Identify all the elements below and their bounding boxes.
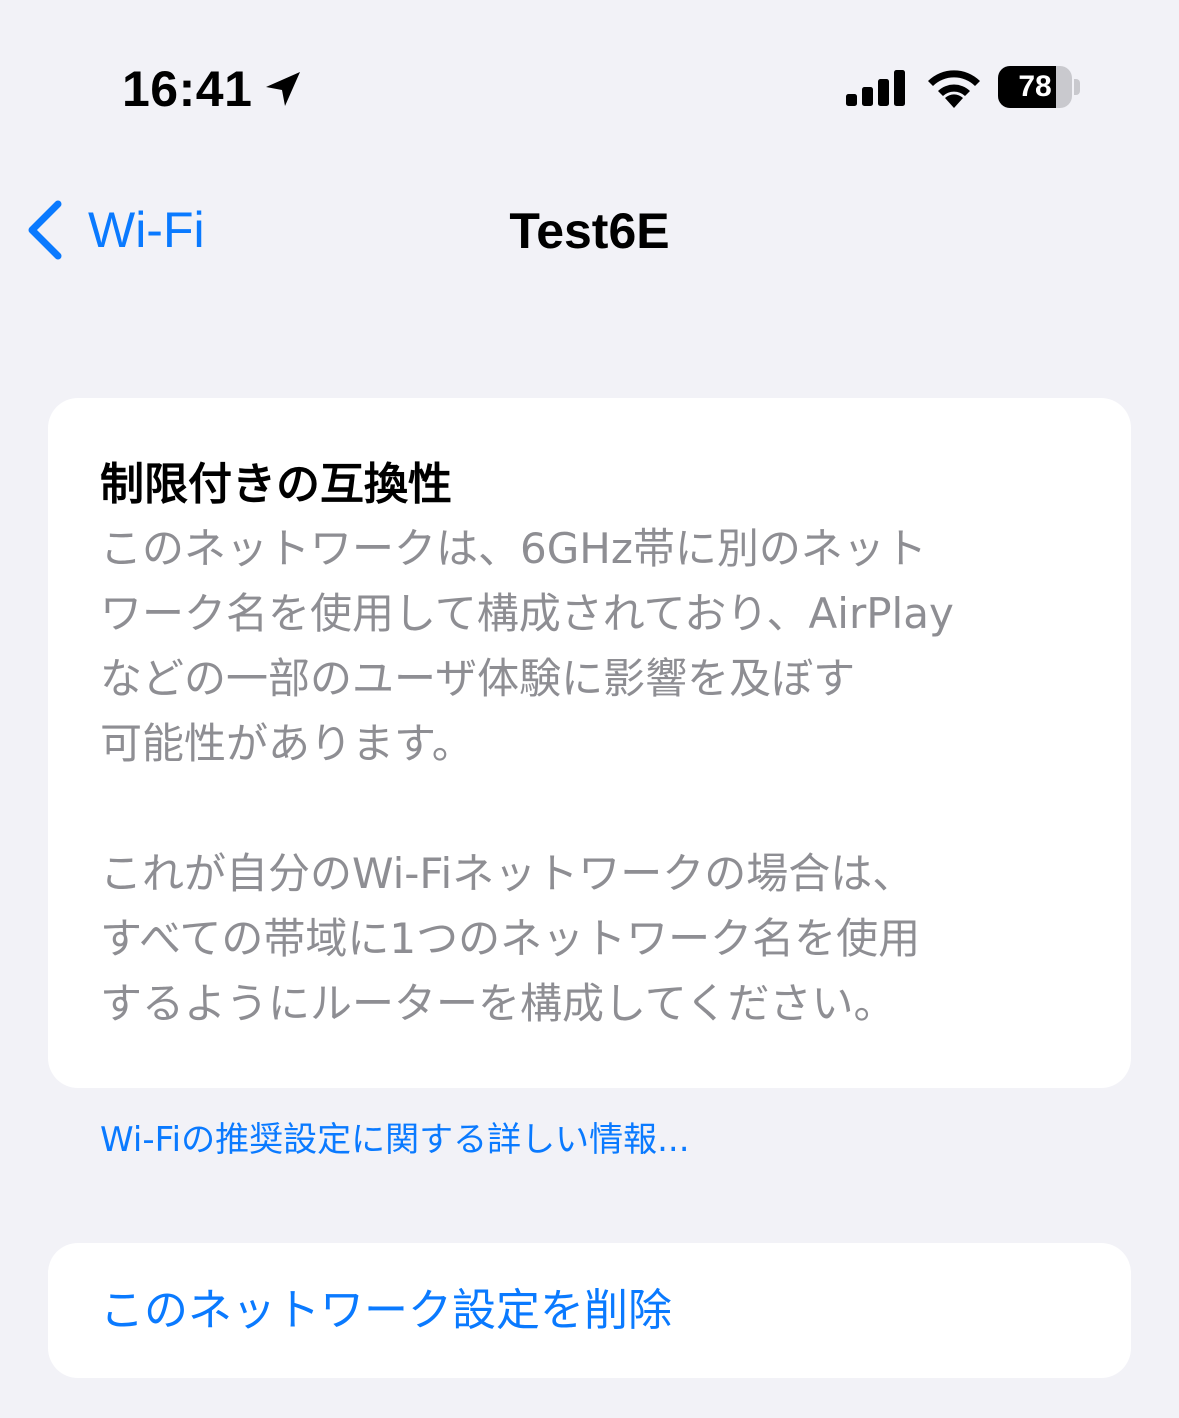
info-paragraph-2-line: するようにルーターを構成してください。 bbox=[100, 979, 896, 1028]
info-paragraph-2-line: すべての帯域に1つのネットワーク名を使用 bbox=[100, 914, 921, 963]
info-paragraph-1: このネットワークは、6GHz帯に別のネット ワーク名を使用して構成されており、A… bbox=[100, 516, 1090, 776]
info-paragraph-1-line: ワーク名を使用して構成されており、AirPlay bbox=[100, 589, 954, 638]
battery-level: 78 bbox=[1018, 70, 1052, 103]
navigation-bar: Wi-Fi Test6E bbox=[0, 180, 1179, 280]
status-time: 16:41 bbox=[122, 61, 253, 117]
forget-network-button[interactable]: このネットワーク設定を削除 bbox=[48, 1243, 1131, 1378]
info-card-title: 制限付きの互換性 bbox=[100, 459, 452, 510]
learn-more-link[interactable]: Wi-Fiの推奨設定に関する詳しい情報... bbox=[100, 1112, 690, 1161]
battery-icon: 78 bbox=[998, 66, 1072, 108]
compatibility-info-card: 制限付きの互換性 このネットワークは、6GHz帯に別のネット ワーク名を使用して… bbox=[48, 398, 1131, 1088]
battery-indicator: 78 bbox=[998, 66, 1082, 108]
wifi-icon bbox=[928, 70, 980, 108]
page-title: Test6E bbox=[509, 203, 670, 259]
location-arrow-icon bbox=[266, 72, 300, 106]
cellular-signal-icon bbox=[846, 70, 905, 106]
info-paragraph-1-line: このネットワークは、6GHz帯に別のネット bbox=[100, 524, 927, 573]
status-bar: 16:41 78 bbox=[0, 0, 1179, 180]
info-card-body: このネットワークは、6GHz帯に別のネット ワーク名を使用して構成されており、A… bbox=[100, 516, 1090, 1036]
info-paragraph-1-line: などの一部のユーザ体験に影響を及ぼす bbox=[100, 654, 856, 703]
info-paragraph-2-line: これが自分のWi-Fiネットワークの場合は、 bbox=[100, 849, 915, 898]
battery-cap bbox=[1074, 79, 1080, 95]
forget-network-label: このネットワーク設定を削除 bbox=[100, 1285, 672, 1336]
info-paragraph-1-line: 可能性があります。 bbox=[100, 719, 474, 768]
info-paragraph-2: これが自分のWi-Fiネットワークの場合は、 すべての帯域に1つのネットワーク名… bbox=[100, 841, 1090, 1036]
